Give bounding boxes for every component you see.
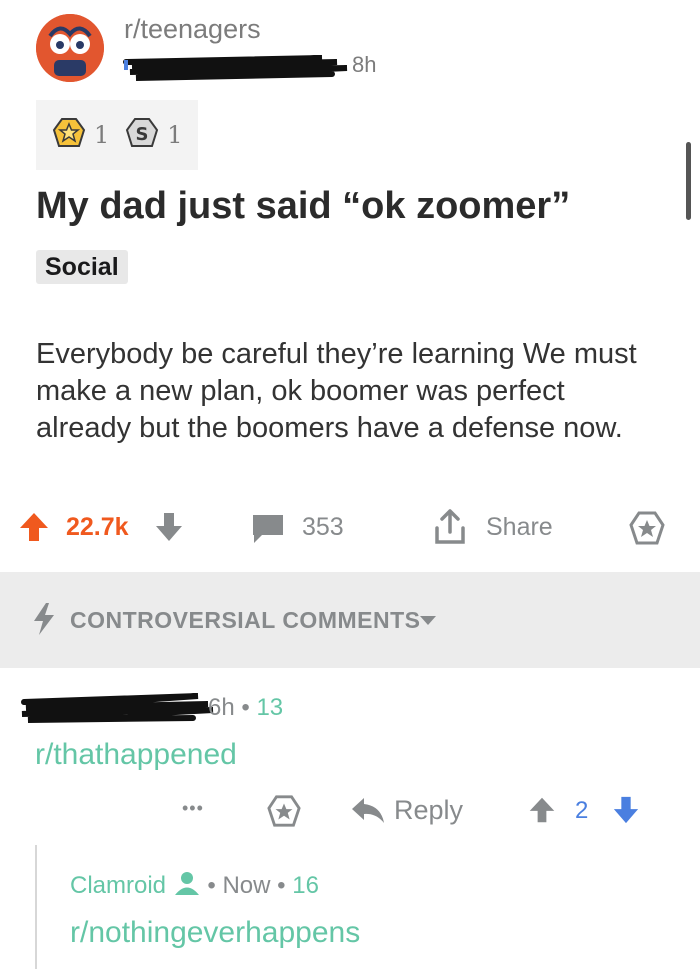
reply-text: r/nothingeverhappens [70, 916, 361, 949]
comment-upvote-icon[interactable] [528, 794, 556, 831]
gold-award-count: 1 [94, 121, 110, 149]
comment-meta: 6h • 13 [208, 694, 284, 721]
upvote-icon[interactable] [18, 511, 50, 548]
comment-award-icon[interactable] [266, 794, 302, 833]
comment-downvote-icon[interactable] [612, 794, 640, 831]
comments-count[interactable]: 353 [302, 513, 344, 542]
post-age: 8h [352, 52, 377, 77]
downvote-icon[interactable] [154, 511, 184, 548]
subreddit-avatar[interactable] [36, 14, 104, 82]
awards-box[interactable]: 1 S 1 [36, 100, 198, 170]
post-title: My dad just said “ok zoomer” [36, 185, 571, 227]
user-icon [173, 870, 201, 903]
sort-label[interactable]: CONTROVERSIAL COMMENTS [70, 607, 420, 634]
reply-button[interactable]: Reply [394, 795, 463, 826]
controversial-bolt-icon [32, 602, 56, 641]
reply-age: Now [222, 872, 271, 899]
redacted-commenter-scribble [21, 693, 214, 723]
comment-text: r/thathappened [35, 738, 237, 771]
reply-meta: Clamroid • Now • 16 [70, 870, 319, 903]
more-options-icon[interactable]: ••• [182, 798, 204, 819]
subreddit-name[interactable]: r/teenagers [124, 14, 261, 45]
post-flair[interactable]: Social [36, 250, 128, 284]
scrollbar[interactable] [686, 142, 691, 220]
reply-arrow-icon[interactable] [350, 796, 386, 831]
post-body: Everybody be careful they’re learning We… [36, 338, 637, 444]
redacted-username-scribble [123, 55, 348, 81]
award-give-icon[interactable] [628, 510, 666, 551]
svg-text:S: S [136, 124, 149, 145]
silver-s-award-icon: S [125, 116, 159, 155]
thread-line[interactable] [35, 845, 37, 969]
share-icon[interactable] [432, 508, 468, 551]
chevron-down-icon[interactable] [418, 613, 438, 632]
reply-score: 16 [292, 872, 319, 899]
comment-score: 13 [256, 694, 284, 721]
post-score: 22.7k [66, 513, 129, 541]
reply-author[interactable]: Clamroid [70, 872, 166, 899]
silver-award-count: 1 [167, 121, 183, 149]
comment-age: 6h [208, 694, 235, 721]
comment-bubble-icon[interactable] [250, 513, 286, 550]
comment-vote-count: 2 [575, 797, 589, 824]
share-button[interactable]: Share [486, 513, 553, 542]
gold-star-award-icon [52, 116, 86, 155]
